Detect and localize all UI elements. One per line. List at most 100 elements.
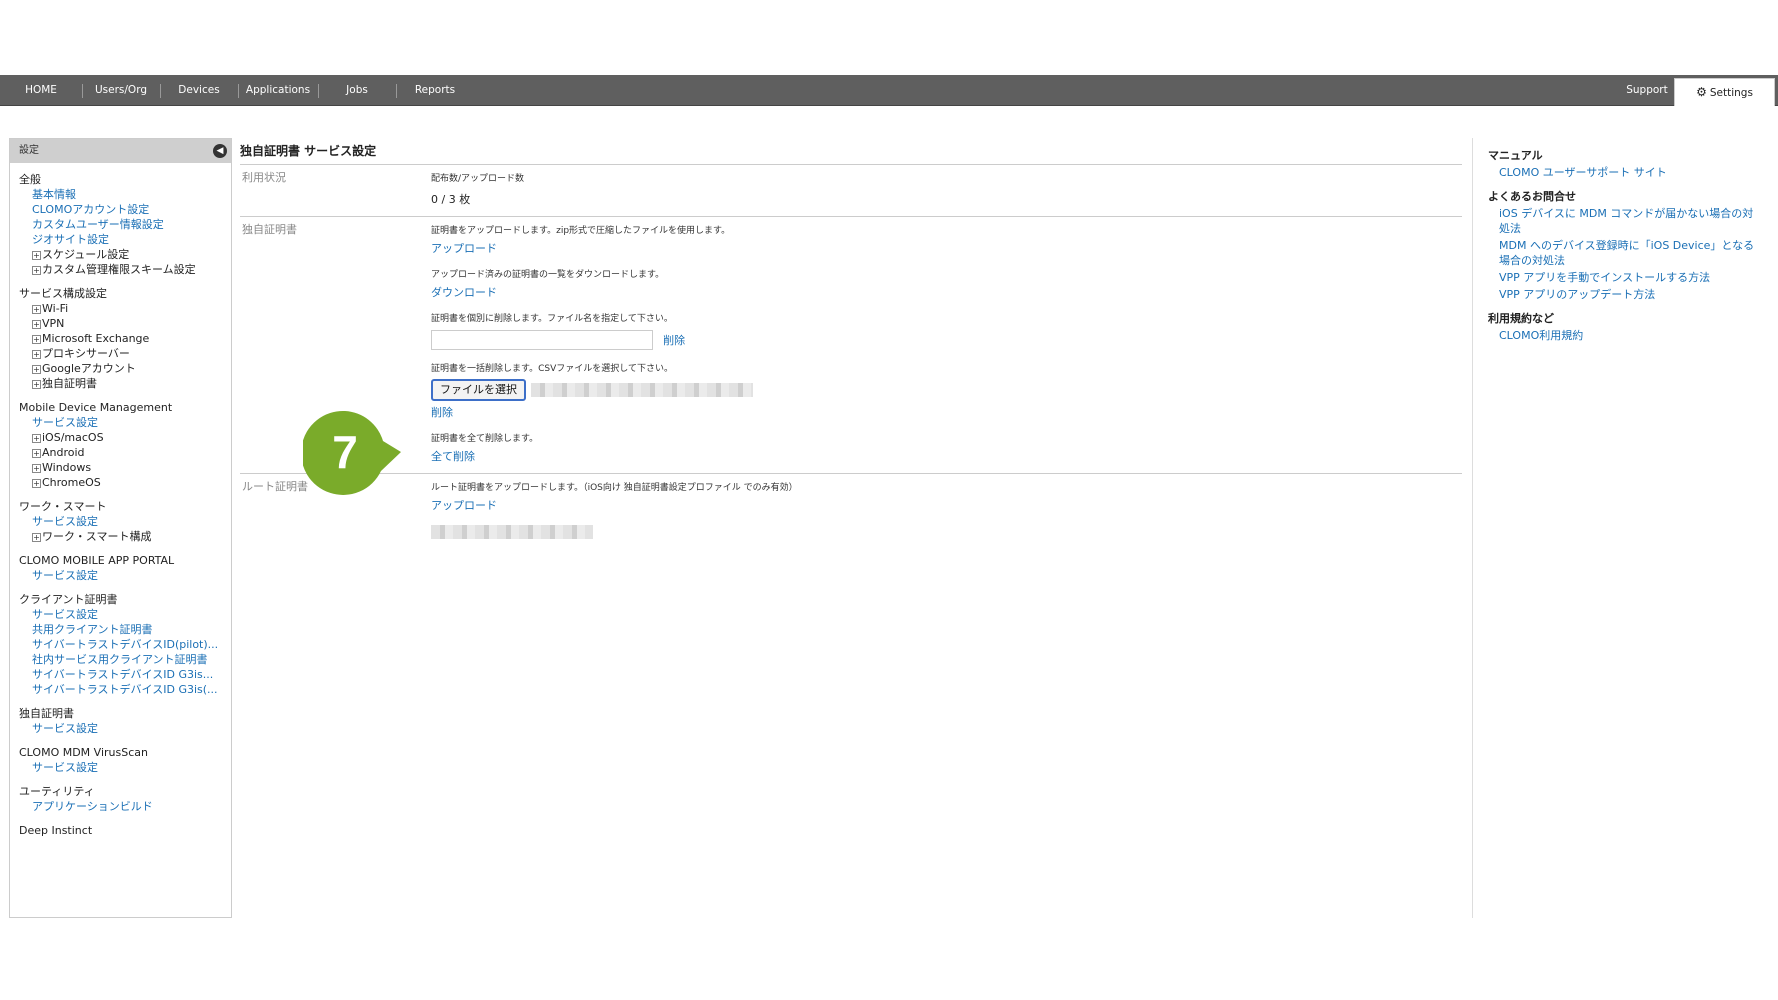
sidebar-link[interactable]: サービス設定 bbox=[19, 760, 219, 775]
sidebar-expandable-item[interactable]: + Microsoft Exchange bbox=[19, 331, 231, 346]
delete-all-link[interactable]: 全て削除 bbox=[431, 450, 475, 464]
sidebar-link[interactable]: 基本情報 bbox=[19, 187, 219, 202]
sidebar-link[interactable]: CLOMOアカウント設定 bbox=[19, 202, 219, 217]
sidebar-section: 全般 基本情報 CLOMOアカウント設定 カスタムユーザー情報設定 ジオサイト設定 + スケ… bbox=[10, 172, 231, 277]
expand-plus-icon[interactable]: + bbox=[32, 434, 41, 443]
sidebar-link[interactable]: サービス設定 bbox=[19, 568, 219, 583]
nav-users-org[interactable]: Users/Org bbox=[82, 75, 160, 106]
sidebar-expandable-item[interactable]: + ChromeOS bbox=[19, 475, 231, 490]
expand-plus-icon[interactable]: + bbox=[32, 320, 41, 329]
sidebar-link[interactable]: 共用クライアント証明書 bbox=[19, 622, 219, 637]
sidebar-section: 独自証明書 サービス設定 bbox=[10, 706, 231, 736]
expand-plus-icon[interactable]: + bbox=[32, 335, 41, 344]
sidebar-link[interactable]: サービス設定 bbox=[19, 721, 219, 736]
nav-devices[interactable]: Devices bbox=[160, 75, 238, 106]
sidebar-section-title: CLOMO MOBILE APP PORTAL bbox=[19, 554, 175, 567]
sidebar-header: 設定 ◀ bbox=[10, 139, 231, 163]
sidebar-item-label: 独自証明書 bbox=[42, 377, 97, 390]
tab-settings[interactable]: ⚙ Settings bbox=[1674, 78, 1775, 106]
sidebar-expandable-item[interactable]: + ワーク・スマート構成 bbox=[19, 529, 231, 544]
sidebar-expandable-item[interactable]: + プロキシサーバー bbox=[19, 346, 231, 361]
nav-applications[interactable]: Applications bbox=[238, 75, 318, 106]
expand-plus-icon[interactable]: + bbox=[32, 533, 41, 542]
choose-file-button[interactable]: ファイルを選択 bbox=[431, 378, 526, 401]
redacted-root-cert bbox=[431, 524, 593, 539]
expand-plus-icon[interactable]: + bbox=[32, 464, 41, 473]
expand-plus-icon[interactable]: + bbox=[32, 251, 41, 260]
sidebar-link[interactable]: サービス設定 bbox=[19, 607, 219, 622]
settings-sidebar: 設定 ◀ 全般 基本情報 CLOMOアカウント設定 カスタムユーザー情報設定 ジオサイト… bbox=[9, 138, 232, 918]
sidebar-item-label: ChromeOS bbox=[42, 476, 101, 489]
sidebar-expandable-item[interactable]: + VPN bbox=[19, 316, 231, 331]
sidebar-link[interactable]: サイバートラストデバイスID G3is... bbox=[19, 667, 219, 682]
sidebar-section-title: 独自証明書 bbox=[19, 707, 74, 720]
expand-plus-icon[interactable]: + bbox=[32, 449, 41, 458]
sidebar-section-title: ワーク・スマート bbox=[19, 500, 107, 513]
collapse-sidebar-icon[interactable]: ◀ bbox=[213, 144, 227, 158]
sidebar-section: CLOMO MOBILE APP PORTAL サービス設定 bbox=[10, 553, 231, 583]
sidebar-item-label: ワーク・スマート構成 bbox=[42, 530, 152, 543]
delete-file-link[interactable]: 削除 bbox=[663, 334, 685, 347]
help-link[interactable]: VPP アプリを手動でインストールする方法 bbox=[1488, 270, 1758, 285]
help-section-title: マニュアル bbox=[1488, 149, 1543, 162]
nav-home[interactable]: HOME bbox=[0, 75, 82, 106]
upload-link[interactable]: アップロード bbox=[431, 242, 497, 256]
root-cert-desc: ルート証明書をアップロードします。（iOS向け 独自証明書設定プロファイル での… bbox=[431, 483, 798, 493]
sidebar-expandable-item[interactable]: + Googleアカウント bbox=[19, 361, 231, 376]
sidebar-expandable-item[interactable]: + スケジュール設定 bbox=[19, 247, 231, 262]
sidebar-expandable-item[interactable]: + 独自証明書 bbox=[19, 376, 231, 391]
sidebar-section: Deep Instinct bbox=[10, 823, 231, 838]
sidebar-expandable-item[interactable]: + Wi-Fi bbox=[19, 301, 231, 316]
help-link[interactable]: CLOMO利用規約 bbox=[1488, 328, 1758, 343]
sidebar-link[interactable]: サービス設定 bbox=[19, 415, 219, 430]
sidebar-link[interactable]: サイバートラストデバイスID(pilot)... bbox=[19, 637, 219, 652]
sidebar-item-label: Googleアカウント bbox=[42, 362, 136, 375]
expand-plus-icon[interactable]: + bbox=[32, 266, 41, 275]
delete-bulk-link[interactable]: 削除 bbox=[431, 406, 453, 420]
expand-plus-icon[interactable]: + bbox=[32, 365, 41, 374]
sidebar-section: ユーティリティ アプリケーションビルド bbox=[10, 784, 231, 814]
expand-plus-icon[interactable]: + bbox=[32, 305, 41, 314]
usage-desc: 配布数/アップロード数 bbox=[431, 174, 525, 184]
nav-reports[interactable]: Reports bbox=[396, 75, 474, 106]
sidebar-link[interactable]: ジオサイト設定 bbox=[19, 232, 219, 247]
gear-icon: ⚙ bbox=[1696, 85, 1707, 99]
nav-support[interactable]: Support bbox=[1612, 75, 1682, 106]
sidebar-expandable-item[interactable]: + カスタム管理権限スキーム設定 bbox=[19, 262, 231, 277]
expand-plus-icon[interactable]: + bbox=[32, 380, 41, 389]
sidebar-expandable-item[interactable]: + Windows bbox=[19, 460, 231, 475]
sidebar-section-title: クライアント証明書 bbox=[19, 593, 118, 606]
delete-bulk-desc: 証明書を一括削除します。CSVファイルを選択して下さい。 bbox=[431, 363, 673, 374]
expand-plus-icon[interactable]: + bbox=[32, 479, 41, 488]
redacted-filename bbox=[531, 382, 754, 397]
root-cert-label: ルート証明書 bbox=[242, 480, 308, 493]
sidebar-link[interactable]: サービス設定 bbox=[19, 514, 219, 529]
filename-input[interactable] bbox=[431, 329, 653, 350]
sidebar-section-title: CLOMO MDM VirusScan bbox=[19, 746, 148, 759]
sidebar-expandable-item[interactable]: + Android bbox=[19, 445, 231, 460]
help-link[interactable]: iOS デバイスに MDM コマンドが届かない場合の対処法 bbox=[1488, 206, 1758, 236]
sidebar-item-label: Wi-Fi bbox=[42, 302, 69, 315]
page-title: 独自証明書 サービス設定 bbox=[240, 144, 377, 158]
sidebar-section: Mobile Device Management サービス設定 + iOS/macOS… bbox=[10, 400, 231, 490]
help-section-title: よくあるお問合せ bbox=[1488, 190, 1576, 203]
usage-count: 0 / 3 枚 bbox=[431, 193, 471, 206]
sidebar-section: ワーク・スマート サービス設定 + ワーク・スマート構成 bbox=[10, 499, 231, 544]
help-link[interactable]: CLOMO ユーザーサポート サイト bbox=[1488, 165, 1758, 180]
upload-desc: 証明書をアップロードします。zip形式で圧縮したファイルを使用します。 bbox=[431, 226, 731, 236]
usage-label: 利用状況 bbox=[242, 171, 286, 184]
nav-jobs[interactable]: Jobs bbox=[318, 75, 396, 106]
sidebar-expandable-item[interactable]: + iOS/macOS bbox=[19, 430, 231, 445]
sidebar-link[interactable]: 社内サービス用クライアント証明書 bbox=[19, 652, 219, 667]
sidebar-link[interactable]: サイバートラストデバイスID G3is(... bbox=[19, 682, 219, 697]
download-link[interactable]: ダウンロード bbox=[431, 286, 497, 300]
help-link[interactable]: VPP アプリのアップデート方法 bbox=[1488, 287, 1758, 302]
sidebar-link[interactable]: アプリケーションビルド bbox=[19, 799, 219, 814]
root-cert-row: ルート証明書 ルート証明書をアップロードします。（iOS向け 独自証明書設定プロ… bbox=[240, 473, 1462, 553]
sidebar-section-title: Mobile Device Management bbox=[19, 401, 173, 414]
help-link[interactable]: MDM へのデバイス登録時に「iOS Device」となる場合の対処法 bbox=[1488, 238, 1758, 268]
sidebar-header-label: 設定 bbox=[19, 145, 39, 156]
expand-plus-icon[interactable]: + bbox=[32, 350, 41, 359]
sidebar-link[interactable]: カスタムユーザー情報設定 bbox=[19, 217, 219, 232]
root-upload-link[interactable]: アップロード bbox=[431, 499, 497, 513]
